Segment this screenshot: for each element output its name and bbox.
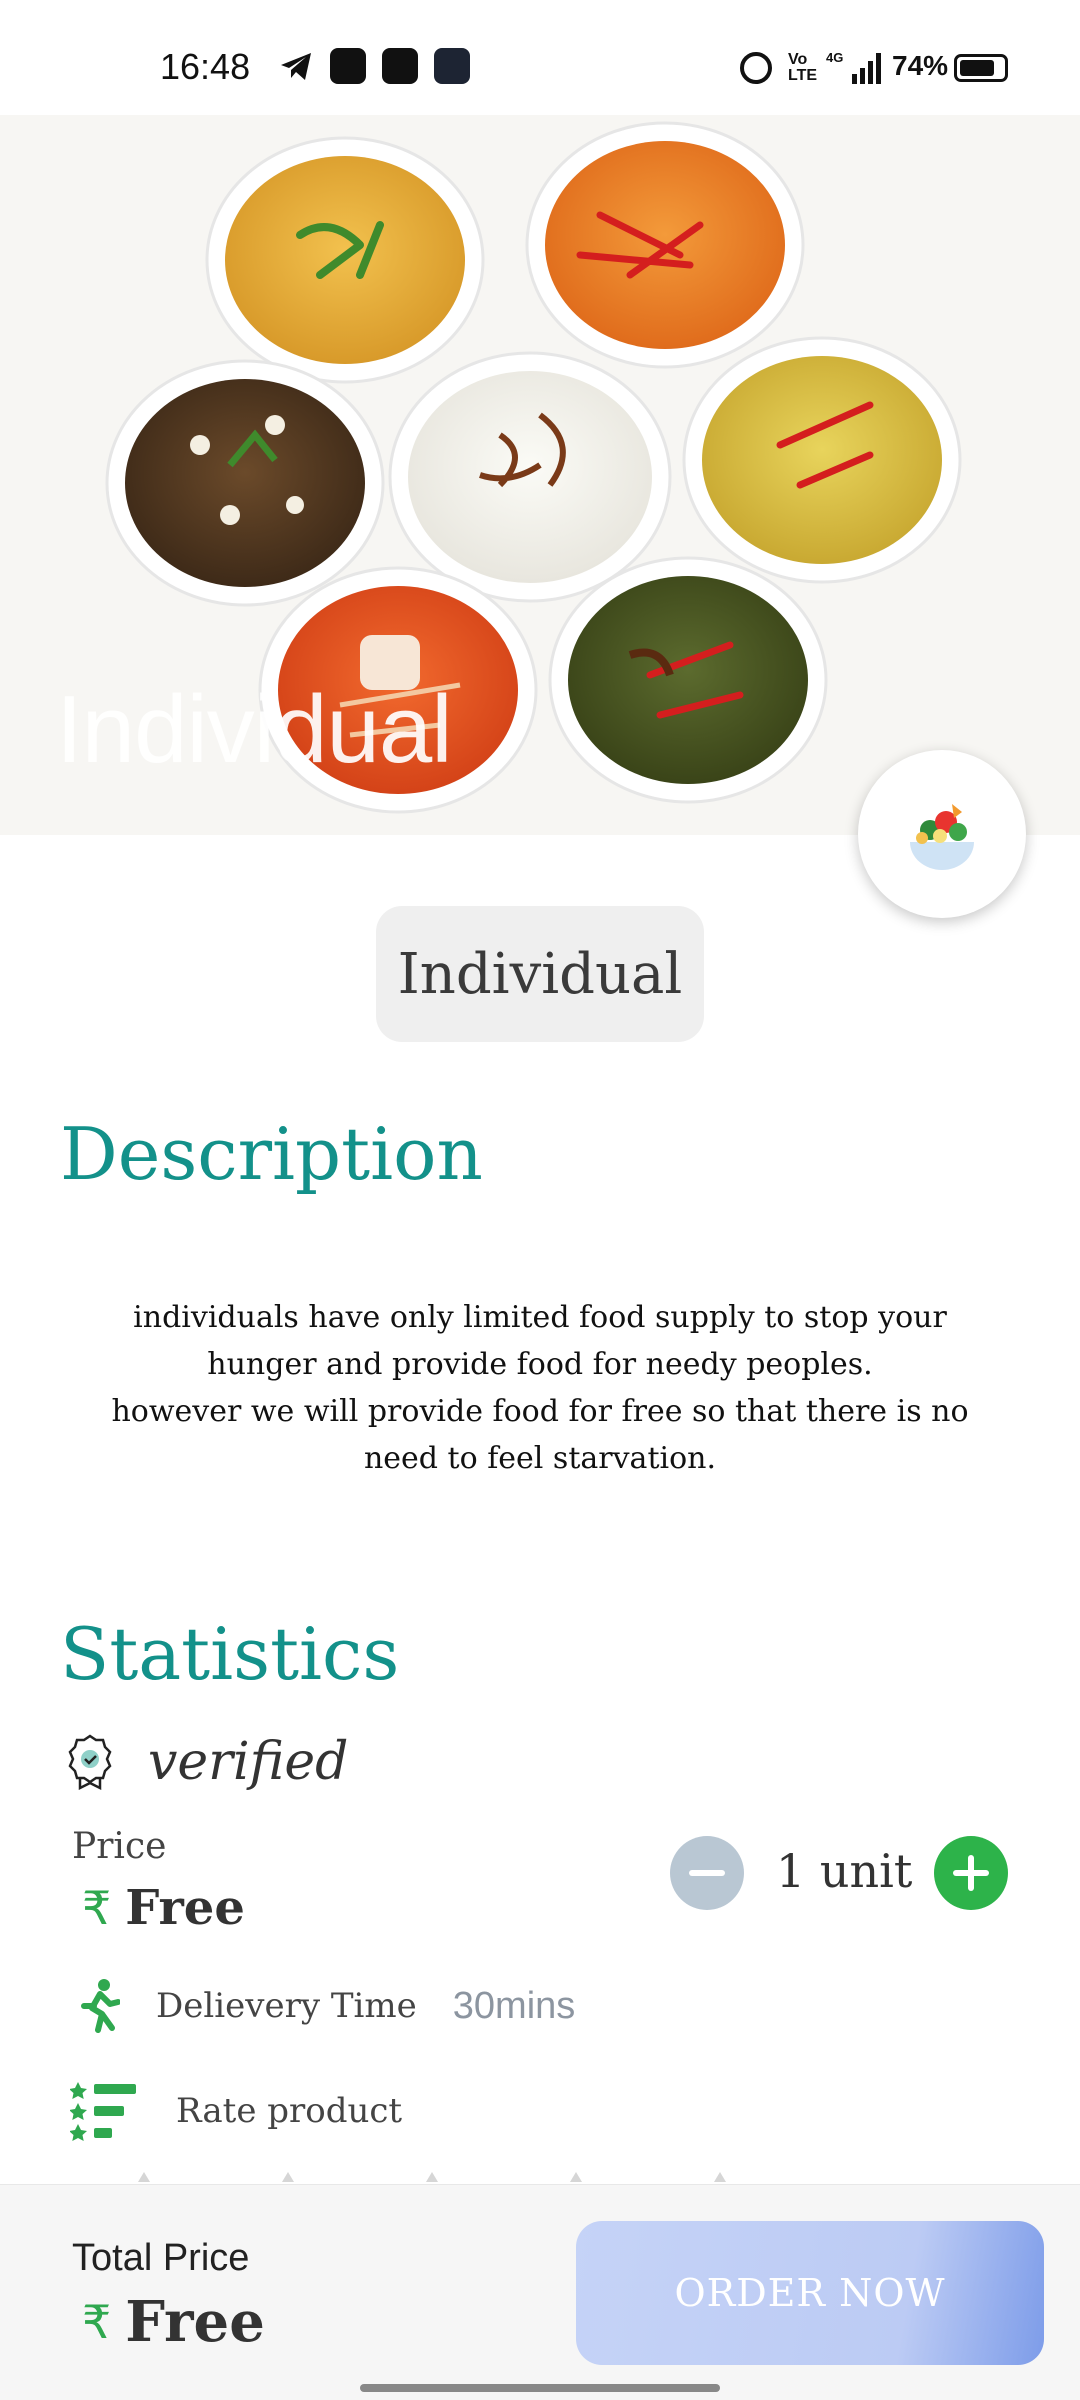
delivery-time-label: Delievery Time <box>156 1986 417 2026</box>
rate-product-label: Rate product <box>176 2091 403 2131</box>
order-now-button[interactable]: ORDER NOW <box>576 2221 1044 2365</box>
app-icon <box>382 48 418 84</box>
salad-bowl-icon <box>910 804 974 870</box>
status-time: 16:48 <box>160 46 251 87</box>
alarm-icon <box>740 52 772 84</box>
hero-title: Individual <box>56 676 453 783</box>
category-chip[interactable]: Individual <box>376 906 704 1042</box>
statistics-heading: Statistics <box>60 1612 400 1696</box>
rupee-icon: ₹ <box>82 1881 112 1935</box>
rupee-icon: ₹ <box>82 2295 112 2349</box>
running-person-icon <box>81 1979 120 2033</box>
description-text: individuals have only limited food suppl… <box>100 1294 980 1482</box>
price-amount: Free <box>125 1880 245 1936</box>
quantity-label: 1 unit <box>776 1844 913 1898</box>
app-icon <box>434 48 470 84</box>
verified-row: verified <box>68 1732 348 1792</box>
zomato-icon <box>330 48 366 84</box>
description-heading: Description <box>60 1112 483 1196</box>
volte-icon: Vo LTE <box>788 51 818 84</box>
delivery-time-value: 30mins <box>452 1984 576 2027</box>
hero-image: Individual <box>0 115 1080 835</box>
bottom-checkout-bar: Total Price ₹ Free ORDER NOW <box>0 2184 1080 2400</box>
star-icon[interactable] <box>570 2172 582 2182</box>
decrease-quantity-button[interactable] <box>670 1836 744 1910</box>
description-line: however we will provide food for free so… <box>111 1394 969 1476</box>
verified-label: verified <box>148 1732 349 1792</box>
star-icon[interactable] <box>714 2172 726 2182</box>
rate-product-row[interactable]: Rate product <box>70 2080 402 2142</box>
rating-list-icon <box>70 2082 136 2141</box>
signal-icon: 4G <box>826 50 886 93</box>
total-price-value: ₹ Free <box>82 2289 265 2355</box>
increase-quantity-button[interactable] <box>934 1836 1008 1910</box>
price-label: Price <box>72 1826 167 1867</box>
salad-fab-button[interactable] <box>858 750 1026 918</box>
battery-icon <box>954 54 1008 82</box>
battery-percent: 74% <box>892 50 949 81</box>
star-icon[interactable] <box>138 2172 150 2182</box>
description-line: individuals have only limited food suppl… <box>133 1300 947 1382</box>
star-icon[interactable] <box>282 2172 294 2182</box>
star-icon[interactable] <box>426 2172 438 2182</box>
verified-badge-icon <box>68 1734 112 1790</box>
total-price-amount: Free <box>125 2289 265 2355</box>
delivery-time-row: Delievery Time 30mins <box>76 1978 575 2034</box>
price-value: ₹ Free <box>82 1880 245 1936</box>
status-bar: 16:48 Vo LTE 4G 74% <box>0 0 1080 115</box>
telegram-icon <box>278 48 314 84</box>
total-price-label: Total Price <box>72 2237 250 2279</box>
home-indicator[interactable] <box>360 2384 720 2392</box>
network-type: 4G <box>826 50 843 65</box>
